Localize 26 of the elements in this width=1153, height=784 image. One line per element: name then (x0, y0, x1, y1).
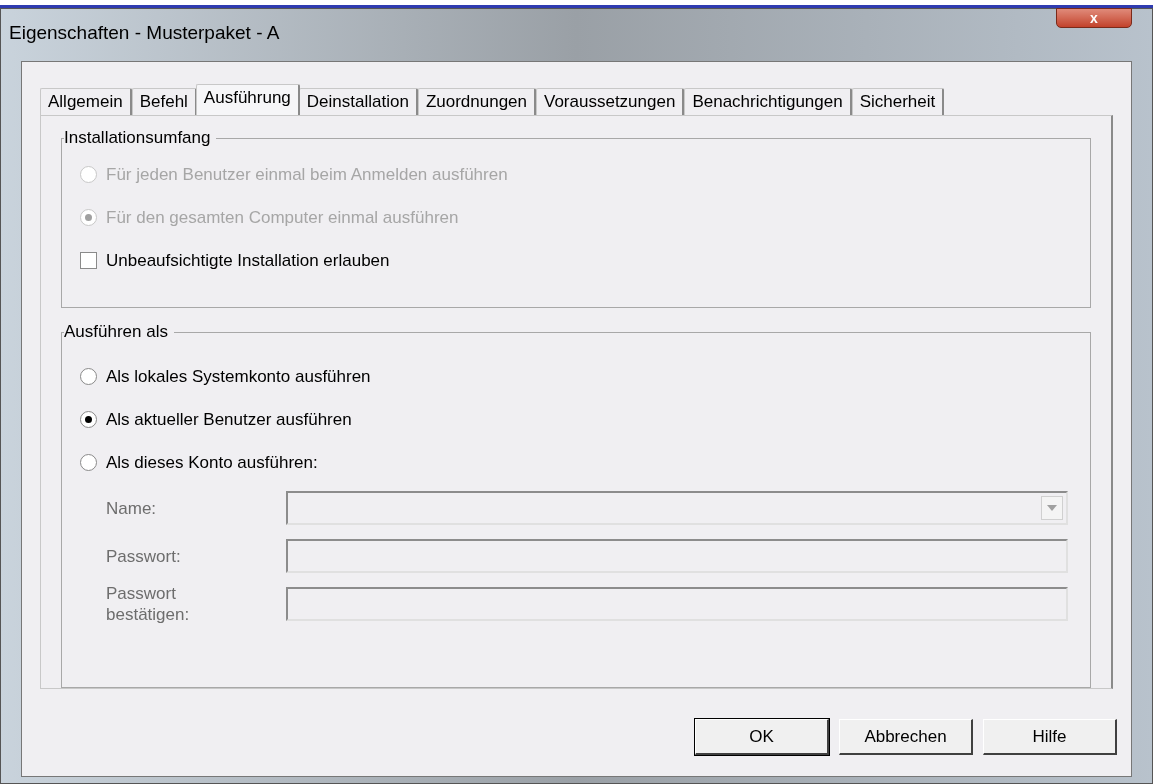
checkbox[interactable] (80, 252, 97, 269)
tab[interactable]: Befehl (131, 88, 197, 115)
window-title: Eigenschaften - Musterpaket - A (9, 21, 280, 45)
field-label: Passwort: (106, 545, 182, 567)
tab[interactable]: Deinstallation (298, 88, 418, 115)
radio-label: Für den gesamten Computer einmal ausführen (106, 206, 459, 229)
dialog-button[interactable]: Abbrechen (839, 719, 973, 755)
tab[interactable]: Allgemein (40, 88, 132, 115)
radio-button[interactable] (80, 454, 97, 471)
tab[interactable]: Voraussetzungen (536, 88, 685, 115)
tab[interactable]: Zuordnungen (417, 88, 536, 115)
dialog-button[interactable]: Hilfe (983, 719, 1117, 755)
radio-button[interactable] (80, 368, 97, 385)
tab[interactable]: Ausführung (195, 84, 300, 115)
tab[interactable]: Benachrichtigungen (684, 88, 852, 115)
tab[interactable]: Sicherheit (851, 88, 945, 115)
radio-label: Als dieses Konto ausführen: (106, 451, 318, 474)
field-label: Name: (106, 497, 158, 519)
radio-label: Für jeden Benutzer einmal beim Anmelden ausführen (106, 163, 508, 186)
radio-label: Als lokales Systemkonto ausführen (106, 365, 371, 388)
radio-label: Als aktueller Benutzer ausführen (106, 408, 352, 431)
close-button[interactable]: x (1056, 8, 1132, 28)
checkbox-label: Unbeaufsichtigte Installation erlauben (106, 249, 390, 272)
field-label: Passwort bestätigen: (106, 583, 191, 625)
radio-button[interactable] (80, 411, 97, 428)
dialog-button[interactable]: OK (695, 719, 829, 755)
